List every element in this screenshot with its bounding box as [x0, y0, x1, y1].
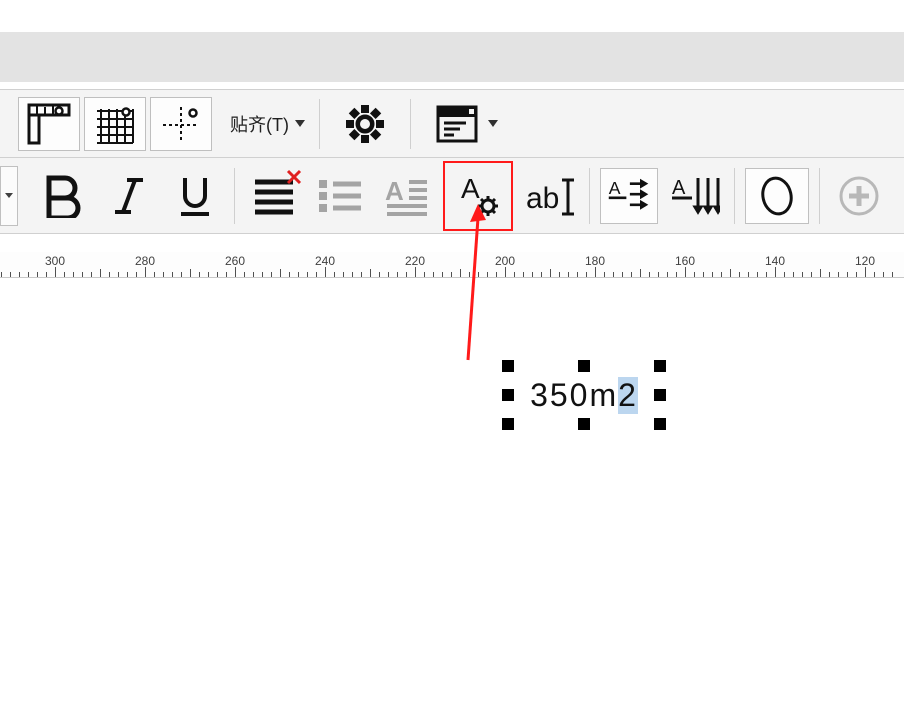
- caret-down-icon: [5, 193, 13, 198]
- underline-button[interactable]: [166, 168, 224, 224]
- italic-icon: [109, 174, 149, 218]
- caret-down-icon: [295, 120, 305, 127]
- svg-text:A: A: [385, 176, 404, 206]
- resize-handle[interactable]: [578, 360, 590, 372]
- add-button[interactable]: [830, 168, 888, 224]
- ruler-label: 180: [585, 254, 605, 268]
- ruler-label: 240: [315, 254, 335, 268]
- toolbar-separator: [319, 99, 320, 149]
- font-list-dropdown-sliver[interactable]: [0, 166, 18, 226]
- horizontal-text-button[interactable]: A: [600, 168, 658, 224]
- toolbar-separator: [819, 168, 820, 224]
- ruler-label: 120: [855, 254, 875, 268]
- horizontal-ruler[interactable]: 300 280 260 240 220 200 180 160 140 120: [0, 252, 904, 278]
- svg-text:A: A: [672, 177, 686, 199]
- snap-to-dropdown[interactable]: 贴齐(T): [230, 111, 305, 137]
- ruler-label: 160: [675, 254, 695, 268]
- text-selected-char: 2: [618, 377, 638, 414]
- resize-handle[interactable]: [502, 418, 514, 430]
- svg-text:A: A: [461, 173, 480, 204]
- options-button[interactable]: [336, 97, 394, 151]
- show-rulers-button[interactable]: [18, 97, 80, 151]
- resize-handle[interactable]: [578, 418, 590, 430]
- char-props-icon: A: [453, 172, 503, 220]
- window-icon: [436, 105, 478, 143]
- ruler-label: 200: [495, 254, 515, 268]
- resize-handle[interactable]: [654, 389, 666, 401]
- drop-cap-button[interactable]: A: [377, 168, 435, 224]
- caret-down-icon: [488, 120, 498, 127]
- edit-text-icon: ab: [524, 174, 576, 218]
- horizontal-text-icon: A: [607, 174, 651, 218]
- snap-to-label: 贴齐(T): [230, 111, 289, 137]
- ruler-label: 260: [225, 254, 245, 268]
- resize-handle[interactable]: [654, 360, 666, 372]
- resize-handle[interactable]: [654, 418, 666, 430]
- selected-text-object[interactable]: 350m2: [508, 366, 660, 424]
- resize-handle[interactable]: [502, 360, 514, 372]
- vertical-text-icon: A: [670, 174, 720, 218]
- opentype-o-icon: [755, 174, 799, 218]
- toolbar-separator: [234, 168, 235, 224]
- italic-button[interactable]: [100, 168, 158, 224]
- bold-icon: [43, 174, 83, 218]
- ruler-label: 220: [405, 254, 425, 268]
- close-x-icon: [286, 169, 302, 185]
- interactive-opentype-button[interactable]: [745, 168, 809, 224]
- resize-handle[interactable]: [502, 389, 514, 401]
- svg-text:A: A: [609, 178, 621, 198]
- text-part: 350m: [530, 377, 618, 414]
- toolbar-row-2: A A: [0, 157, 904, 234]
- ruler-label: 280: [135, 254, 155, 268]
- plus-circle-icon: [837, 174, 881, 218]
- toolbar-separator: [410, 99, 411, 149]
- bullet-list-button[interactable]: [311, 168, 369, 224]
- ruler-label: 300: [45, 254, 65, 268]
- title-bar: [0, 32, 904, 82]
- svg-text:ab: ab: [526, 182, 559, 215]
- drawing-canvas[interactable]: 350m2: [0, 278, 904, 707]
- vertical-text-button[interactable]: A: [666, 168, 724, 224]
- underline-icon: [175, 174, 215, 218]
- show-guidelines-button[interactable]: [150, 97, 212, 151]
- toolbar-row-1: 贴齐(T): [0, 89, 904, 157]
- show-grid-button[interactable]: [84, 97, 146, 151]
- text-content: 350m2: [530, 377, 638, 414]
- text-alignment-button[interactable]: [245, 168, 303, 224]
- gear-icon: [345, 104, 385, 144]
- dockers-dropdown[interactable]: [427, 97, 507, 151]
- ruler-label: 140: [765, 254, 785, 268]
- bold-button[interactable]: [34, 168, 92, 224]
- bullet-list-icon: [317, 176, 363, 216]
- character-properties-button[interactable]: A: [443, 161, 513, 231]
- toolbar-separator: [734, 168, 735, 224]
- drop-cap-icon: A: [383, 176, 429, 216]
- edit-text-button[interactable]: ab: [521, 168, 579, 224]
- toolbar-separator: [589, 168, 590, 224]
